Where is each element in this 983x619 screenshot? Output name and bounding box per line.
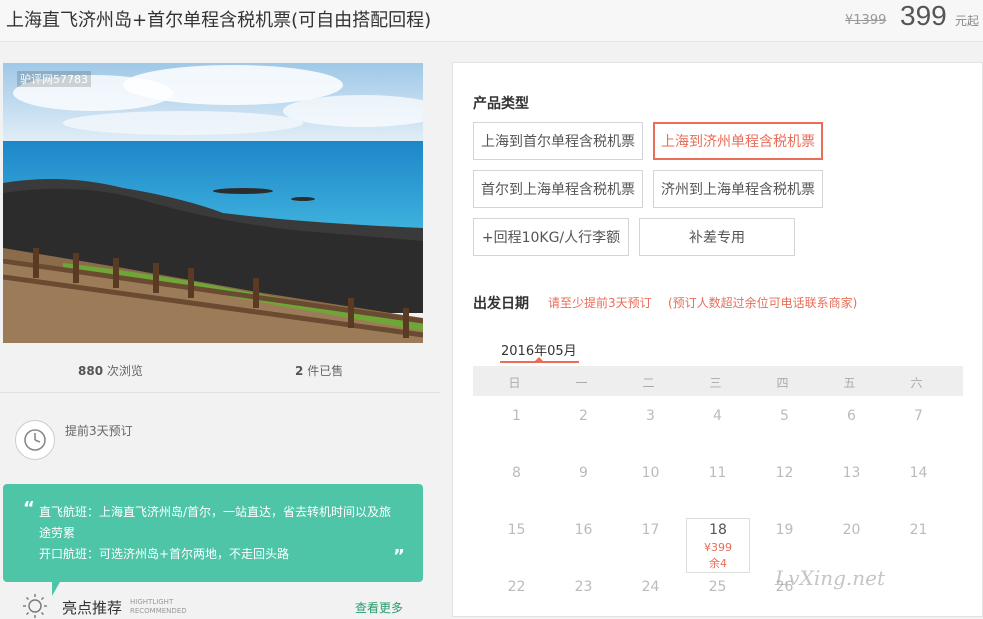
calendar-day: 7 [914, 408, 923, 424]
highlight-line-1: 直飞航班：上海直飞济州岛/首尔，一站直达，省去转机时间以及旅途劳累 [39, 505, 392, 540]
advance-note: 请至少提前3天预订 [548, 296, 652, 310]
departure-date-label: 出发日期 [473, 296, 529, 312]
calendar-day: 6 [847, 408, 856, 424]
calendar-day: 3 [646, 408, 655, 424]
option-return-baggage[interactable]: +回程10KG/人行李额 [473, 218, 629, 256]
calendar-day: 12 [775, 465, 794, 481]
weekday-mon: 一 [575, 376, 588, 390]
option-seoul-shanghai[interactable]: 首尔到上海单程含税机票 [473, 170, 643, 208]
advance-booking-text: 提前3天预订 [65, 424, 133, 438]
site-watermark: LvXing.net [775, 566, 886, 590]
weekday-sat: 六 [910, 376, 923, 390]
product-photo[interactable]: 驴评网57783 [3, 63, 423, 343]
left-panel: 驴评网57783 880 次浏览 2 件已售 提前3天预订 “ 直飞航班：上海直… [0, 42, 440, 618]
calendar-day: 23 [574, 579, 593, 595]
calendar-day: 8 [512, 465, 521, 481]
option-price-difference[interactable]: 补差专用 [639, 218, 795, 256]
calendar-day: 13 [842, 465, 861, 481]
weekday-fri: 五 [843, 376, 856, 390]
calendar-day: 1 [512, 408, 521, 424]
views-stat: 880 次浏览 [78, 362, 143, 379]
calendar-day: 22 [507, 579, 526, 595]
current-price: 399 [900, 0, 947, 31]
highlight-line-2: 开口航班：可选济州岛+首尔两地，不走回头路 [39, 547, 290, 561]
product-title: 上海直飞济州岛+首尔单程含税机票(可自由搭配回程) [6, 10, 432, 31]
sold-count: 2 [295, 364, 304, 378]
available-day-remaining: 余4 [709, 557, 727, 570]
calendar-day: 20 [842, 522, 861, 538]
highlights-title: 亮点推荐 [62, 599, 123, 617]
calendar-day: 19 [775, 522, 794, 538]
highlights-en-line2: RECOMMENDED [130, 607, 187, 615]
product-type-label: 产品类型 [473, 96, 529, 112]
photo-watermark: 驴评网57783 [17, 71, 91, 87]
sold-label: 件已售 [307, 364, 344, 378]
option-shanghai-jeju[interactable]: 上海到济州单程含税机票 [653, 122, 823, 160]
price-unit: 元起 [955, 14, 980, 28]
booking-panel: 产品类型 上海到首尔单程含税机票 上海到济州单程含税机票 首尔到上海单程含税机票… [452, 62, 983, 617]
view-more-link[interactable]: 查看更多 [355, 599, 403, 616]
calendar-day: 2 [579, 408, 588, 424]
available-day-price: ¥399 [704, 541, 732, 554]
weekday-tue: 二 [642, 376, 655, 390]
calendar-day: 11 [708, 465, 727, 481]
available-day-number: 18 [709, 522, 727, 538]
contact-note: (预订人数超过余位可电话联系商家) [668, 296, 858, 310]
views-count: 880 [78, 364, 104, 378]
calendar-day: 15 [507, 522, 526, 538]
calendar-day: 21 [909, 522, 928, 538]
open-quote-icon: “ [23, 498, 35, 519]
calendar-day: 14 [909, 465, 928, 481]
sun-icon [23, 594, 47, 618]
weekday-wed: 三 [709, 376, 722, 390]
highlights-en: HIGHTLIGHT RECOMMENDED [130, 598, 187, 616]
calendar-day: 16 [574, 522, 593, 538]
calendar-day: 5 [780, 408, 789, 424]
month-caret-icon [535, 357, 543, 361]
highlight-quote-box: “ 直飞航班：上海直飞济州岛/首尔，一站直达，省去转机时间以及旅途劳累 开口航班… [3, 484, 423, 582]
page-header: 上海直飞济州岛+首尔单程含税机票(可自由搭配回程) ¥1399 399 元起 [0, 0, 983, 42]
divider [0, 392, 440, 393]
views-label: 次浏览 [106, 364, 143, 378]
highlights-en-line1: HIGHTLIGHT [130, 598, 174, 606]
calendar-day: 25 [708, 579, 727, 595]
original-price: ¥1399 [845, 13, 887, 28]
month-underline [500, 361, 579, 363]
option-shanghai-seoul[interactable]: 上海到首尔单程含税机票 [473, 122, 643, 160]
calendar-day: 9 [579, 465, 588, 481]
weekday-sun: 日 [508, 376, 521, 390]
sold-stat: 2 件已售 [295, 362, 343, 379]
weekday-thu: 四 [776, 376, 789, 390]
clock-icon [15, 420, 55, 460]
calendar-day: 17 [641, 522, 660, 538]
calendar-day: 24 [641, 579, 660, 595]
weekday-header: 日 一 二 三 四 五 六 [473, 366, 963, 396]
calendar-day-available[interactable]: 18 ¥399 余4 [686, 518, 750, 573]
calendar-day: 4 [713, 408, 722, 424]
option-jeju-shanghai[interactable]: 济州到上海单程含税机票 [653, 170, 823, 208]
coast-image [3, 63, 423, 343]
calendar-day: 10 [641, 465, 660, 481]
quote-tail [52, 582, 60, 596]
close-quote-icon: ” [393, 546, 405, 567]
